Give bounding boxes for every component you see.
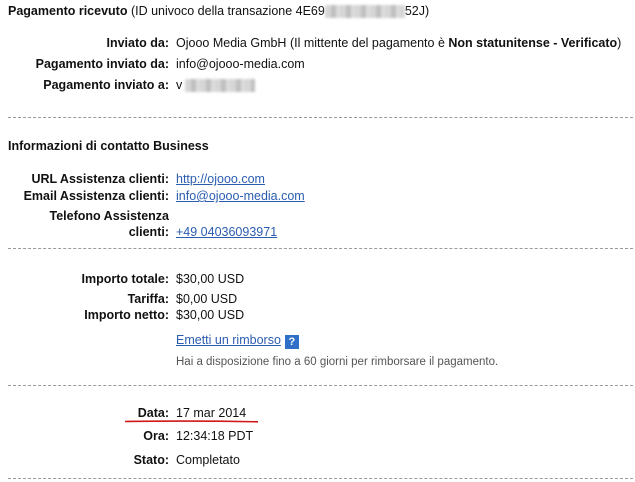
sent-from-label: Pagamento inviato da: bbox=[35, 57, 169, 71]
recipient-initial: v bbox=[176, 78, 183, 92]
net-amount-label: Importo netto: bbox=[84, 308, 169, 322]
page-title: Pagamento ricevuto bbox=[8, 4, 128, 18]
net-amount-value: $30,00 USD bbox=[176, 308, 245, 322]
support-phone-label-line2: clienti: bbox=[128, 225, 169, 239]
sent-to-label: Pagamento inviato a: bbox=[43, 78, 169, 92]
status-label: Stato: bbox=[133, 453, 169, 467]
sender-note-prefix: (Il mittente del pagamento è bbox=[289, 36, 445, 50]
transaction-header: Pagamento ricevuto (ID univoco della tra… bbox=[8, 4, 430, 19]
help-icon[interactable]: ? bbox=[284, 335, 299, 349]
total-amount-label: Importo totale: bbox=[81, 272, 170, 286]
sent-from-value: info@ojooo-media.com bbox=[176, 57, 305, 71]
separator bbox=[8, 117, 633, 118]
status-value: Completato bbox=[176, 453, 240, 467]
sender-note-suffix: ) bbox=[617, 36, 622, 50]
support-email-link[interactable]: info@ojooo-media.com bbox=[176, 189, 305, 203]
fee-value: $0,00 USD bbox=[176, 292, 238, 306]
business-contact-heading: Informazioni di contatto Business bbox=[8, 139, 209, 153]
total-amount-value: $30,00 USD bbox=[176, 272, 245, 286]
separator bbox=[8, 385, 633, 386]
support-url-label: URL Assistenza clienti: bbox=[31, 172, 169, 186]
redacted-recipient bbox=[185, 79, 256, 93]
date-value: 17 mar 2014 bbox=[176, 406, 247, 420]
fee-label: Tariffa: bbox=[127, 292, 169, 306]
time-label: Ora: bbox=[143, 429, 169, 443]
refund-row: Emetti un rimborso? bbox=[176, 333, 299, 349]
transaction-id-prefix: (ID univoco della transazione 4E69 bbox=[130, 4, 325, 18]
redacted-id bbox=[324, 5, 405, 19]
support-phone-link[interactable]: +49 04036093971 bbox=[176, 225, 277, 239]
sender-verification-status: Non statunitense - Verificato bbox=[448, 36, 618, 50]
support-email-label: Email Assistenza clienti: bbox=[23, 189, 169, 203]
time-value: 12:34:18 PDT bbox=[176, 429, 254, 443]
issue-refund-link[interactable]: Emetti un rimborso bbox=[176, 333, 281, 347]
sent-by-label: Inviato da: bbox=[106, 36, 169, 50]
transaction-id-suffix: 52J) bbox=[404, 4, 430, 18]
red-underline-annotation bbox=[125, 420, 258, 423]
sender-name: Ojooo Media GmbH bbox=[176, 36, 287, 50]
sent-to-value: v bbox=[176, 78, 256, 93]
support-url-link[interactable]: http://ojooo.com bbox=[176, 172, 265, 186]
separator bbox=[8, 248, 633, 249]
refund-note: Hai a disposizione fino a 60 giorni per … bbox=[176, 356, 499, 368]
date-label: Data: bbox=[137, 406, 169, 420]
sent-by-value: Ojooo Media GmbH (Il mittente del pagame… bbox=[176, 36, 621, 50]
support-phone-label-line1: Telefono Assistenza bbox=[49, 209, 169, 223]
separator bbox=[8, 478, 633, 479]
